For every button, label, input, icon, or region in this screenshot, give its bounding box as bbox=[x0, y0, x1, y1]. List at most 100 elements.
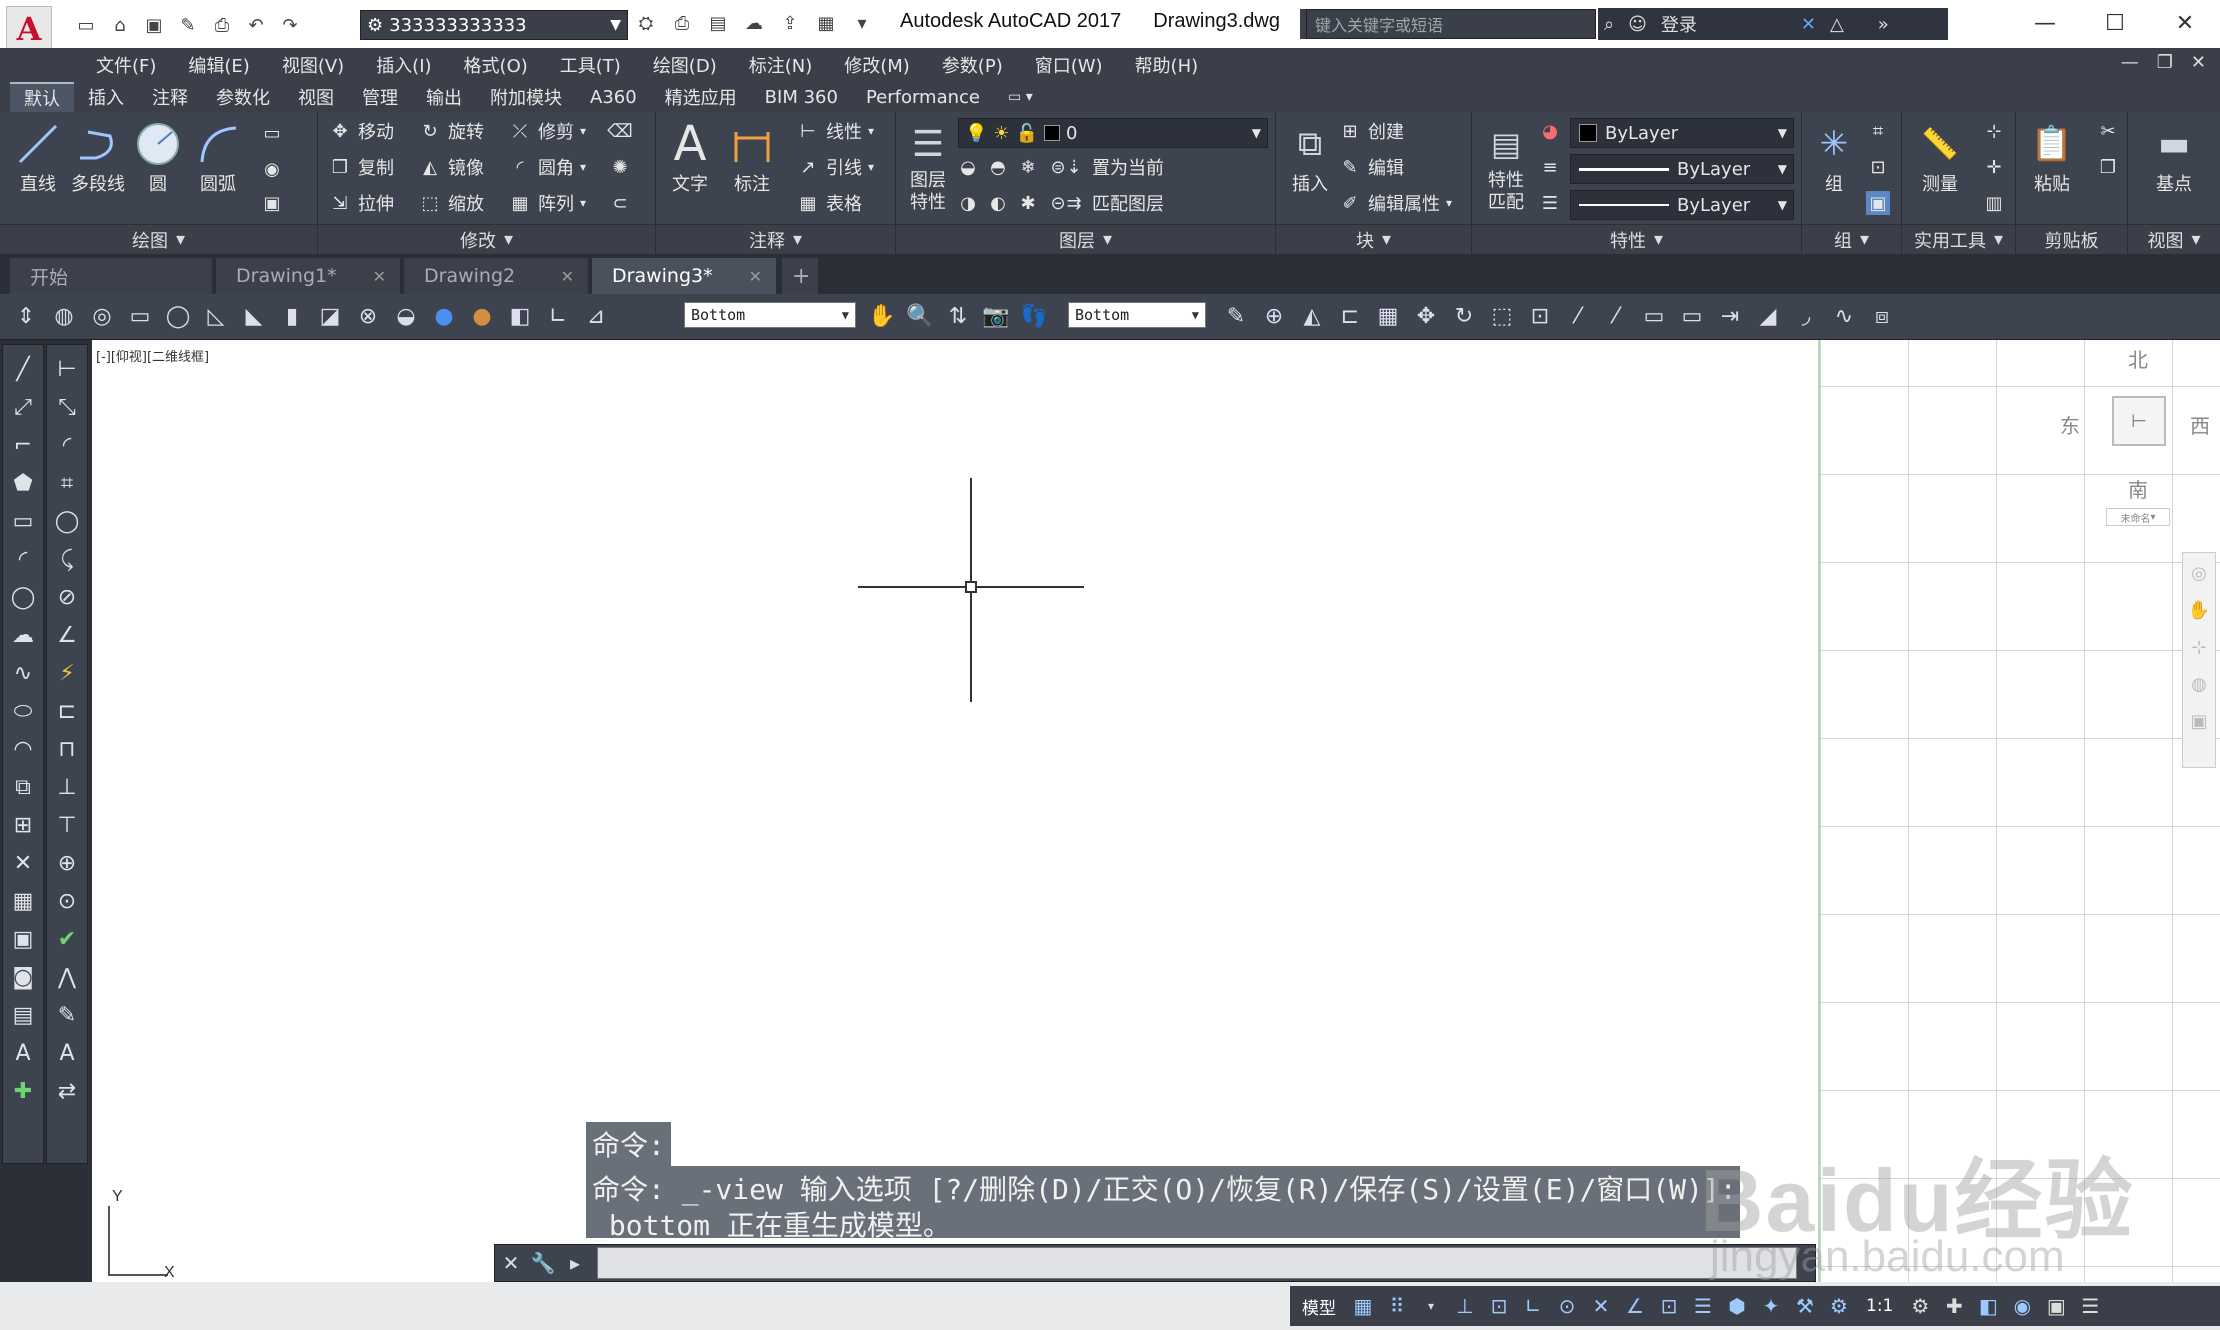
tab-default[interactable]: 默认 bbox=[10, 82, 74, 112]
construction-line-icon[interactable]: ⤢ bbox=[6, 391, 40, 423]
point-button[interactable]: ✛ bbox=[1982, 152, 2006, 182]
wireframe-icon[interactable]: ⊗ bbox=[352, 300, 384, 332]
object-snap-icon[interactable]: ⊡ bbox=[1656, 1290, 1682, 1322]
layer-off-icon[interactable]: ◒ bbox=[956, 155, 980, 179]
jogged-linear-icon[interactable]: ⋀ bbox=[50, 961, 84, 993]
command-input[interactable] bbox=[597, 1247, 1797, 1279]
array3d-icon[interactable]: ▦ bbox=[1372, 300, 1404, 332]
login-button[interactable]: 登录 bbox=[1661, 11, 1697, 37]
quick-dim-icon[interactable]: ⚡ bbox=[50, 657, 84, 689]
menu-edit[interactable]: 编辑(E) bbox=[172, 52, 265, 78]
circle-icon[interactable]: ◯ bbox=[6, 581, 40, 613]
undo-icon[interactable]: ↶ bbox=[242, 11, 270, 39]
binoculars-icon[interactable]: ⌕ bbox=[1604, 14, 1614, 35]
free-orbit-icon[interactable]: ◎ bbox=[86, 300, 118, 332]
revcloud-icon[interactable]: ☁ bbox=[6, 619, 40, 651]
circle-button[interactable]: 圆 bbox=[126, 118, 190, 196]
tab-a360[interactable]: A360 bbox=[576, 82, 651, 112]
panel-draw-title[interactable]: 绘图 ▾ bbox=[0, 224, 317, 254]
cut-button[interactable]: ✂ bbox=[2096, 116, 2120, 146]
slice-icon[interactable]: ⁄ bbox=[1562, 300, 1594, 332]
tab-addins[interactable]: 附加模块 bbox=[476, 82, 576, 112]
dimension-button[interactable]: 标注 bbox=[720, 118, 784, 196]
menu-tools[interactable]: 工具(T) bbox=[544, 52, 637, 78]
linetype-icon-button[interactable]: ≡ bbox=[1538, 152, 1562, 182]
point-icon[interactable]: ✕ bbox=[6, 847, 40, 879]
wedge-icon[interactable]: ◺ bbox=[200, 300, 232, 332]
lineweight-dropdown[interactable]: ByLayer ▼ bbox=[1570, 190, 1794, 220]
realistic-icon[interactable]: ● bbox=[428, 300, 460, 332]
tolerance-icon[interactable]: ⊕ bbox=[50, 847, 84, 879]
spline-icon[interactable]: ∿ bbox=[6, 657, 40, 689]
base-view-button[interactable]: ▬ 基点 bbox=[2142, 118, 2206, 196]
dim-text-edit-icon[interactable]: A bbox=[50, 1037, 84, 1069]
cloud-icon[interactable]: ☁ bbox=[740, 8, 768, 38]
move-button[interactable]: ✥ 移动 bbox=[328, 116, 394, 146]
doc-tab-drawing1[interactable]: Drawing1* ✕ bbox=[216, 258, 400, 294]
menu-file[interactable]: 文件(F) bbox=[80, 52, 172, 78]
lineweight-icon[interactable]: ☰ bbox=[1690, 1290, 1716, 1322]
dim-edit-icon[interactable]: ✎ bbox=[50, 999, 84, 1031]
dim-baseline-icon[interactable]: ⊏ bbox=[50, 695, 84, 727]
section-icon[interactable]: ⊡ bbox=[1524, 300, 1556, 332]
group-edit-button[interactable]: ⊡ bbox=[1866, 152, 1890, 182]
command-prompt-icon[interactable]: ▸ bbox=[559, 1246, 591, 1280]
orbit-icon[interactable]: ◍ bbox=[2191, 674, 2207, 695]
scale-button[interactable]: ⬚ 缩放 bbox=[418, 188, 484, 218]
leader-button[interactable]: ↗ 引线 ▾ bbox=[796, 152, 874, 182]
dim-radius-icon[interactable]: ◯ bbox=[50, 505, 84, 537]
dynamic-input-icon[interactable]: ⊡ bbox=[1486, 1290, 1512, 1322]
array-button[interactable]: ▦ 阵列 ▾ bbox=[508, 188, 586, 218]
close-icon[interactable]: ✕ bbox=[561, 267, 574, 286]
view-dropdown-2[interactable]: Bottom ▼ bbox=[1068, 302, 1206, 328]
layer-thaw-icon[interactable]: ✱ bbox=[1016, 191, 1040, 215]
infer-constraints-icon[interactable]: ⊥ bbox=[1452, 1290, 1478, 1322]
doc-close-icon[interactable]: ✕ bbox=[2191, 52, 2206, 73]
paste-button[interactable]: 📋 粘贴 bbox=[2020, 118, 2084, 196]
rotate-button[interactable]: ↻ 旋转 bbox=[418, 116, 484, 146]
arc-button[interactable]: 圆弧 bbox=[186, 118, 250, 196]
search-input[interactable]: 键入关键字或短语 bbox=[1306, 9, 1596, 39]
lineweight-icon-button[interactable]: ☰ bbox=[1538, 188, 1562, 218]
ellipse-arc-icon[interactable]: ◠ bbox=[6, 733, 40, 765]
panel-clipboard-title[interactable]: 剪贴板 bbox=[2016, 224, 2127, 254]
annotation-scale[interactable]: 1:1 bbox=[1860, 1290, 1899, 1322]
doc-tab-drawing3[interactable]: Drawing3* ✕ bbox=[592, 258, 776, 294]
close-icon[interactable]: ✕ bbox=[373, 267, 386, 286]
hatch-button[interactable]: ◉ bbox=[260, 154, 284, 184]
tab-featured-apps[interactable]: 精选应用 bbox=[651, 82, 751, 112]
transparency-icon[interactable]: ⬢ bbox=[1724, 1290, 1750, 1322]
line-button[interactable]: 直线 bbox=[6, 118, 70, 196]
dim-jogged-icon[interactable]: ⤹ bbox=[50, 543, 84, 575]
extract-edges-icon[interactable]: ▭ bbox=[1638, 300, 1670, 332]
zoom-icon[interactable]: 🔍 bbox=[904, 300, 936, 332]
create-block-button[interactable]: ⊞ 创建 bbox=[1338, 116, 1404, 146]
workspace-gear-icon[interactable]: ⚙ bbox=[1907, 1290, 1933, 1322]
open-icon[interactable]: ⌂ bbox=[106, 11, 134, 39]
align-icon[interactable]: ⊏ bbox=[1334, 300, 1366, 332]
text-button[interactable]: A 文字 bbox=[658, 116, 722, 196]
workspace-select[interactable]: ⚙ 333333333333 ▼ bbox=[360, 10, 628, 40]
application-menu-button[interactable]: A bbox=[6, 6, 52, 52]
center-mark-icon[interactable]: ⊙ bbox=[50, 885, 84, 917]
measure-button[interactable]: 📏 测量 bbox=[1908, 118, 1972, 196]
redo-icon[interactable]: ↷ bbox=[276, 11, 304, 39]
ucs-world-icon[interactable]: ∟ bbox=[542, 300, 574, 332]
thicken-icon[interactable]: ⇥ bbox=[1714, 300, 1746, 332]
region-icon[interactable]: ◙ bbox=[6, 961, 40, 993]
polyline-icon[interactable]: ⌐ bbox=[6, 429, 40, 461]
close-icon[interactable]: ✕ bbox=[495, 1246, 527, 1280]
linear-dim-button[interactable]: ⊢ 线性 ▾ bbox=[796, 116, 874, 146]
viewport-controls[interactable]: [-][仰视][二维线框] bbox=[96, 346, 209, 365]
table-icon[interactable]: ▤ bbox=[6, 999, 40, 1031]
copy-button[interactable]: ❐ 复制 bbox=[328, 152, 394, 182]
pan-icon[interactable]: ✋ bbox=[2188, 600, 2210, 621]
solid-edit-icon[interactable]: ⧈ bbox=[1866, 300, 1898, 332]
doc-tab-start[interactable]: 开始 bbox=[10, 258, 212, 294]
ellipse-icon[interactable]: ⬭ bbox=[6, 695, 40, 727]
pencil-icon[interactable]: ✎ bbox=[1220, 300, 1252, 332]
boundary-button[interactable]: ▣ bbox=[260, 188, 284, 218]
scale3d-icon[interactable]: ⬚ bbox=[1486, 300, 1518, 332]
set-current-layer-button[interactable]: ⇣ 置为当前 bbox=[1062, 152, 1164, 182]
panel-layers-title[interactable]: 图层 ▾ bbox=[896, 224, 1275, 254]
